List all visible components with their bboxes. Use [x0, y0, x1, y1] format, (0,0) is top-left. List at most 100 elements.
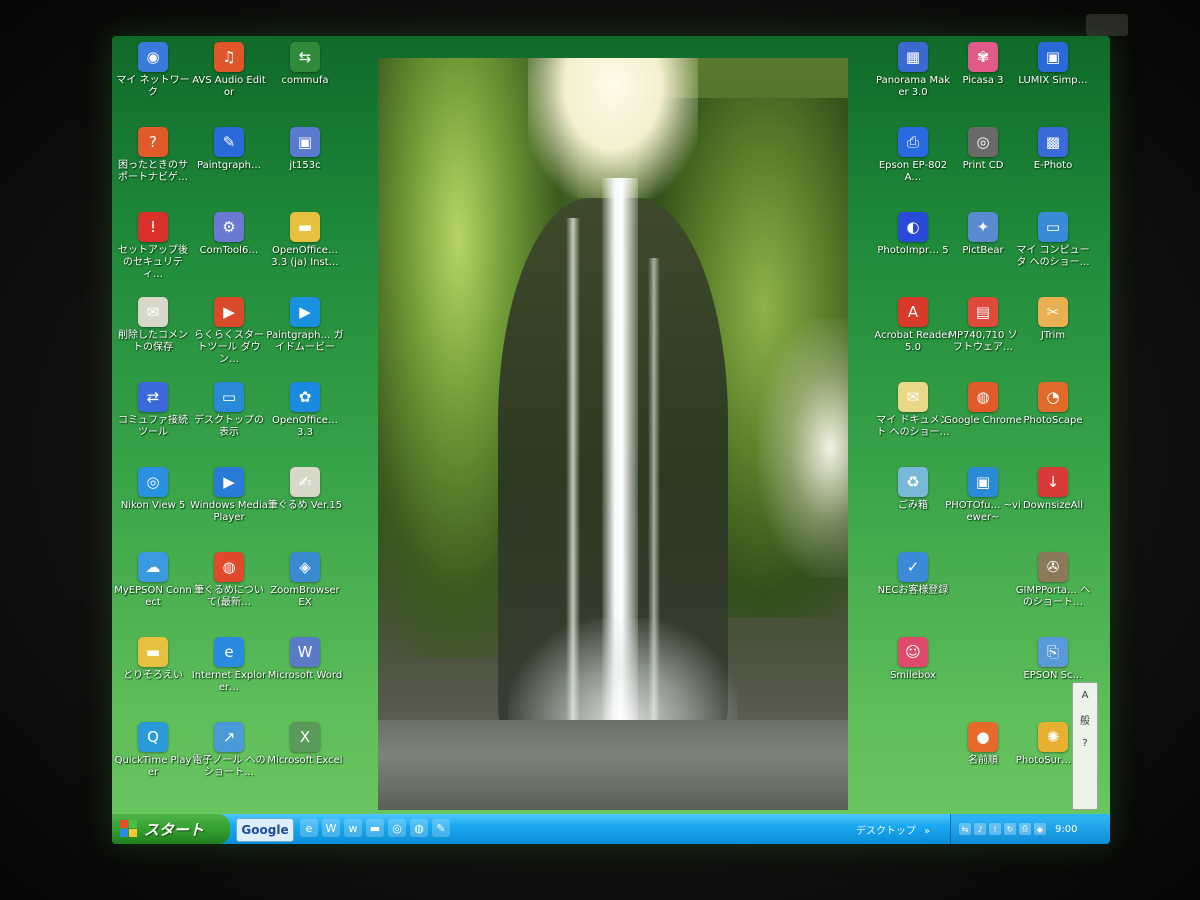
- desktop-icon-nec-registration-icon[interactable]: ✓ NECお客様登録: [874, 552, 952, 597]
- desktop-icon-fudegurume-icon[interactable]: ✍ 筆ぐるめ Ver.15: [266, 467, 344, 512]
- desktop-icon-panorama-icon[interactable]: ▦ Panorama Maker 3.0: [874, 42, 952, 99]
- desktop-icon-e-photo-icon[interactable]: ▩ E-Photo: [1014, 127, 1092, 172]
- desktop-icon-paintgraph-icon[interactable]: ✎ Paintgraph…: [190, 127, 268, 172]
- volume-icon[interactable]: ♪: [974, 823, 986, 835]
- desktop-icon-label: PHOTOfu… ~viewer~: [945, 500, 1021, 523]
- security-icon[interactable]: !: [989, 823, 1001, 835]
- desktop-icon-start-tool-icon[interactable]: ▶ らくらくスタートツール ダウン…: [190, 297, 268, 366]
- language-bar[interactable]: A 般 ?: [1072, 682, 1098, 810]
- start-button[interactable]: スタート: [112, 814, 230, 844]
- desktop-icon-show-desktop-icon[interactable]: ▭ デスクトップの表示: [190, 382, 268, 439]
- language-bar-item[interactable]: A: [1073, 683, 1097, 707]
- printer-tray-icon[interactable]: ⎙: [1019, 823, 1031, 835]
- clock[interactable]: 9:00: [1055, 824, 1077, 835]
- desktop-icon-label: マイ コンピュータ へのショー…: [1016, 245, 1090, 268]
- desktop-icon-openoffice-icon[interactable]: ✿ OpenOffice… 3.3: [266, 382, 344, 439]
- desktop-icon-myepson-icon[interactable]: ☁ MyEPSON Connect: [114, 552, 192, 609]
- photoscape-icon: ◔: [1038, 382, 1068, 412]
- desktop-icon-label: GIMPPorta… へのショート…: [1015, 585, 1091, 608]
- desktop-icon-recycle-bin-icon[interactable]: ♻ ごみ箱: [874, 467, 952, 512]
- desktop-icon-smilebox-icon[interactable]: ☺ Smilebox: [874, 637, 952, 682]
- desktop-icon-gimp-portable-icon[interactable]: ✇ GIMPPorta… へのショート…: [1014, 552, 1092, 609]
- desktop-icon-connect-tool-icon[interactable]: ⇄ コミュファ接続ツール: [114, 382, 192, 439]
- desktop-icon-label: Internet Explorer…: [191, 670, 267, 693]
- ie-icon[interactable]: e: [300, 819, 318, 837]
- desktop-icon-google-chrome-icon[interactable]: ◍ Google Chrome: [944, 382, 1022, 427]
- cd-icon[interactable]: ◎: [388, 819, 406, 837]
- waterfall-wallpaper: [378, 58, 848, 810]
- desktop-icon-label: EPSON Sc…: [1023, 670, 1083, 681]
- desktop-icon-my-documents-icon[interactable]: ✉ マイ ドキュメント へのショー…: [874, 382, 952, 439]
- desktop-icon-label: QuickTime Player: [114, 755, 192, 778]
- desktop-icon-comtool-icon[interactable]: ⚙ ComTool6…: [190, 212, 268, 257]
- desktop-icon-nikon-view-icon[interactable]: ◎ Nikon View 5: [114, 467, 192, 512]
- photoimpression-icon: ◐: [898, 212, 928, 242]
- desktop-icon-label: DownsizeAll: [1022, 500, 1084, 511]
- desktop-icon-internet-explorer-icon[interactable]: e Internet Explorer…: [190, 637, 268, 694]
- desktop-icon-lumix-icon[interactable]: ▣ LUMIX Simp…: [1014, 42, 1092, 87]
- desktop-icon-chrome-icon[interactable]: ◍ 筆ぐるめについて(最新…: [190, 552, 268, 609]
- desktop-icon-epson-scan-icon[interactable]: ⎘ EPSON Sc…: [1014, 637, 1092, 682]
- desktop-icon-label: 電子ノール へのショート…: [192, 755, 266, 778]
- desktop-icon-label: OpenOffice… 3.3 (ja) Inst…: [271, 245, 339, 268]
- desktop-icon-quicktime-icon[interactable]: Q QuickTime Player: [114, 722, 192, 779]
- jt153c-icon: ▣: [290, 127, 320, 157]
- desktop-icon-epson-printer-icon[interactable]: ⎙ Epson EP-802A…: [874, 127, 952, 184]
- fudegurume-icon: ✍: [290, 467, 320, 497]
- desktop-icon-zoombrowser-icon[interactable]: ◈ ZoomBrowser EX: [266, 552, 344, 609]
- desktop-icon-label: ごみ箱: [898, 500, 928, 511]
- desktop-icon-guide-movie-icon[interactable]: ▶ Paintgraph… ガイドムービー: [266, 297, 344, 354]
- folder-icon: ▬: [138, 637, 168, 667]
- language-bar-item[interactable]: 般: [1073, 707, 1097, 731]
- language-bar-item[interactable]: ?: [1073, 731, 1097, 755]
- desktop-icon-label: Google Chrome: [944, 415, 1022, 426]
- desktop-icon-pictbear-icon[interactable]: ✦ PictBear: [944, 212, 1022, 257]
- desktop-icon-label: デスクトップの表示: [194, 415, 264, 438]
- gimp-portable-icon: ✇: [1038, 552, 1068, 582]
- start-label: スタート: [144, 820, 205, 839]
- taskbar: スタート Google e Ww ▬ ◎ ◍ ✎ デスクトップ » ⇆ ♪! ↻ ⎙ ◆ 9:00: [112, 814, 1110, 844]
- desktop-icon-photoimpression-icon[interactable]: ◐ PhotoImpr… 5: [874, 212, 952, 257]
- desktop-icon-support-navi-icon[interactable]: ? 困ったときのサポートナビゲ…: [114, 127, 192, 184]
- document-icon: ✉: [138, 297, 168, 327]
- desktop-icon-commufa-icon[interactable]: ⇆ commufa: [266, 42, 344, 87]
- desktop-icon-folder-icon[interactable]: ▬ とりそろえい: [114, 637, 192, 682]
- shield-tray-icon[interactable]: ◆: [1034, 823, 1046, 835]
- folder-icon[interactable]: ▬: [366, 819, 384, 837]
- desktop-icon-picasa-icon[interactable]: ✾ Picasa 3: [944, 42, 1022, 87]
- update-icon[interactable]: ↻: [1004, 823, 1016, 835]
- desktop-icon-acrobat-icon[interactable]: A Acrobat Reader 5.0: [874, 297, 952, 354]
- desktop-icon-photofunstudio-icon[interactable]: ▣ PHOTOfu… ~viewer~: [944, 467, 1022, 524]
- desktop-icon-excel-icon[interactable]: X Microsoft Excel: [266, 722, 344, 767]
- desktop-icon-security-setup-icon[interactable]: ! セットアップ後のセキュリティ…: [114, 212, 192, 281]
- smilebox-icon: ☺: [898, 637, 928, 667]
- shortcut-icon: ↗: [214, 722, 244, 752]
- mp-software-icon: ▤: [968, 297, 998, 327]
- desktop-icon-audio-editor-icon[interactable]: ♫ AVS Audio Editor: [190, 42, 268, 99]
- desktop-toolbar-label[interactable]: デスクトップ »: [856, 822, 930, 837]
- desktop-icon-photoscape-icon[interactable]: ◔ PhotoScape: [1014, 382, 1092, 427]
- desktop-icon-mp-software-icon[interactable]: ▤ MP740,710 ソフトウェア…: [944, 297, 1022, 354]
- desktop-icon-word-icon[interactable]: W Microsoft Word: [266, 637, 344, 682]
- network-tray-icon[interactable]: ⇆: [959, 823, 971, 835]
- desktop-icon-shortcut-icon[interactable]: ↗ 電子ノール へのショート…: [190, 722, 268, 779]
- desktop-icon-label: commufa: [281, 75, 329, 86]
- desktop-icon-my-computer-icon[interactable]: ▭ マイ コンピュータ へのショー…: [1014, 212, 1092, 269]
- google-toolbar[interactable]: Google: [236, 818, 294, 842]
- internet-explorer-icon: e: [214, 637, 244, 667]
- desktop-icon-network-icon[interactable]: ◉ マイ ネットワーク: [114, 42, 192, 99]
- desktop-icon-label: MP740,710 ソフトウェア…: [948, 330, 1018, 353]
- chrome-icon[interactable]: ◍: [410, 819, 428, 837]
- w-icon[interactable]: w: [344, 819, 362, 837]
- desktop-icon-media-player-icon[interactable]: ▶ Windows Media Player: [190, 467, 268, 524]
- desktop-icon-document-icon[interactable]: ✉ 削除したコメントの保存: [114, 297, 192, 354]
- desktop-icon-sort-icon[interactable]: ● 名前順: [944, 722, 1022, 767]
- desktop-icon-jt153c-icon[interactable]: ▣ jt153c: [266, 127, 344, 172]
- word-icon[interactable]: W: [322, 819, 340, 837]
- desktop-icon-folder-icon[interactable]: ▬ OpenOffice… 3.3 (ja) Inst…: [266, 212, 344, 269]
- paint-icon[interactable]: ✎: [432, 819, 450, 837]
- desktop-icon-label: JTrim: [1040, 330, 1066, 341]
- desktop-icon-downsizeall-icon[interactable]: ↓ DownsizeAll: [1014, 467, 1092, 512]
- desktop-icon-jtrim-icon[interactable]: ✂ JTrim: [1014, 297, 1092, 342]
- desktop-icon-print-cd-icon[interactable]: ◎ Print CD: [944, 127, 1022, 172]
